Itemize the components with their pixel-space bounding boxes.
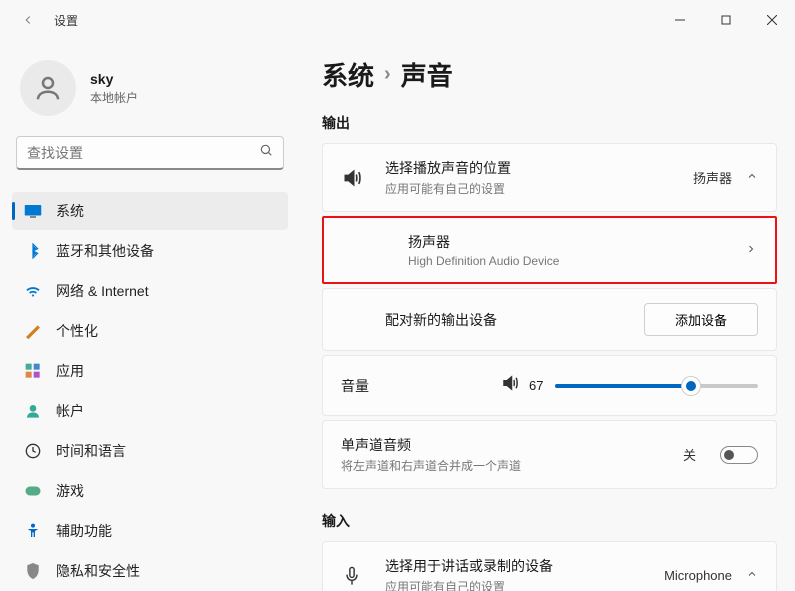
search-icon <box>259 143 273 162</box>
avatar <box>20 60 76 116</box>
output-device-title: 扬声器 <box>408 232 745 252</box>
accessibility-icon <box>24 522 42 540</box>
sidebar-item-label: 系统 <box>56 201 84 221</box>
profile-block[interactable]: sky 本地帐户 <box>12 48 288 136</box>
brush-icon <box>24 322 42 340</box>
mono-card: 单声道音频 将左声道和右声道合并成一个声道 关 <box>322 420 777 489</box>
sidebar: sky 本地帐户 系统 蓝牙和其他设备 网络 & Internet <box>0 40 300 591</box>
breadcrumb-leaf: 声音 <box>401 56 453 93</box>
output-device-sub: High Definition Audio Device <box>408 254 745 268</box>
bluetooth-icon <box>24 242 42 260</box>
volume-icon[interactable] <box>501 374 519 397</box>
close-button[interactable] <box>749 4 795 36</box>
chevron-up-icon <box>746 568 758 583</box>
volume-slider[interactable] <box>555 384 758 388</box>
nav-list: 系统 蓝牙和其他设备 网络 & Internet 个性化 应用 帐户 <box>12 192 288 590</box>
breadcrumb-root[interactable]: 系统 <box>322 56 374 93</box>
sidebar-item-time[interactable]: 时间和语言 <box>12 432 288 470</box>
output-select-title: 选择播放声音的位置 <box>385 158 693 178</box>
section-input-label: 输入 <box>322 511 777 531</box>
sidebar-item-label: 游戏 <box>56 481 84 501</box>
profile-name: sky <box>90 71 138 87</box>
profile-subtitle: 本地帐户 <box>90 89 138 106</box>
clock-icon <box>24 442 42 460</box>
volume-row: 音量 67 <box>323 356 776 415</box>
volume-card: 音量 67 <box>322 355 777 416</box>
volume-value: 67 <box>529 378 543 393</box>
microphone-icon <box>341 566 363 586</box>
slider-thumb[interactable] <box>682 377 700 395</box>
sidebar-item-account[interactable]: 帐户 <box>12 392 288 430</box>
input-select-sub: 应用可能有自己的设置 <box>385 578 664 591</box>
back-button[interactable] <box>16 8 40 32</box>
search-box[interactable] <box>16 136 284 170</box>
sidebar-item-network[interactable]: 网络 & Internet <box>12 272 288 310</box>
mono-row[interactable]: 单声道音频 将左声道和右声道合并成一个声道 关 <box>323 421 776 488</box>
mono-title: 单声道音频 <box>341 435 683 455</box>
window-controls <box>657 4 795 36</box>
pair-output-row: 配对新的输出设备 添加设备 <box>323 289 776 350</box>
output-select-sub: 应用可能有自己的设置 <box>385 180 693 197</box>
minimize-button[interactable] <box>657 4 703 36</box>
apps-icon <box>24 362 42 380</box>
sidebar-item-privacy[interactable]: 隐私和安全性 <box>12 552 288 590</box>
volume-label: 音量 <box>341 376 501 396</box>
pair-output-card: 配对新的输出设备 添加设备 <box>322 288 777 351</box>
system-icon <box>24 202 42 220</box>
sidebar-item-label: 时间和语言 <box>56 441 126 461</box>
mono-toggle[interactable] <box>720 446 758 464</box>
sidebar-item-label: 网络 & Internet <box>56 281 149 301</box>
mono-sub: 将左声道和右声道合并成一个声道 <box>341 457 683 474</box>
sidebar-item-personalize[interactable]: 个性化 <box>12 312 288 350</box>
gamepad-icon <box>24 482 42 500</box>
titlebar: 设置 <box>0 0 795 40</box>
window-title: 设置 <box>54 12 78 29</box>
mono-state-label: 关 <box>683 445 696 464</box>
sidebar-item-label: 帐户 <box>56 401 84 421</box>
chevron-up-icon <box>746 170 758 185</box>
output-device-row[interactable]: 扬声器 High Definition Audio Device <box>324 218 775 282</box>
input-select-value: Microphone <box>664 568 732 583</box>
sidebar-item-bluetooth[interactable]: 蓝牙和其他设备 <box>12 232 288 270</box>
output-select-value: 扬声器 <box>693 168 732 187</box>
section-output-label: 输出 <box>322 113 777 133</box>
wifi-icon <box>24 282 42 300</box>
sidebar-item-system[interactable]: 系统 <box>12 192 288 230</box>
slider-fill <box>555 384 691 388</box>
speaker-icon <box>341 168 363 188</box>
breadcrumb: 系统 › 声音 <box>322 56 777 93</box>
input-select-row[interactable]: 选择用于讲话或录制的设备 应用可能有自己的设置 Microphone <box>323 542 776 591</box>
chevron-right-icon: › <box>384 63 391 86</box>
main-content: 系统 › 声音 输出 选择播放声音的位置 应用可能有自己的设置 扬声器 <box>300 40 795 591</box>
add-device-button[interactable]: 添加设备 <box>644 303 758 336</box>
output-select-row[interactable]: 选择播放声音的位置 应用可能有自己的设置 扬声器 <box>323 144 776 211</box>
sidebar-item-gaming[interactable]: 游戏 <box>12 472 288 510</box>
maximize-button[interactable] <box>703 4 749 36</box>
input-select-title: 选择用于讲话或录制的设备 <box>385 556 664 576</box>
pair-output-title: 配对新的输出设备 <box>341 310 644 330</box>
sidebar-item-label: 隐私和安全性 <box>56 561 140 581</box>
output-device-card: 扬声器 High Definition Audio Device <box>322 216 777 284</box>
chevron-right-icon <box>745 243 757 258</box>
search-input[interactable] <box>27 145 259 161</box>
sidebar-item-accessibility[interactable]: 辅助功能 <box>12 512 288 550</box>
account-icon <box>24 402 42 420</box>
sidebar-item-label: 应用 <box>56 361 84 381</box>
shield-icon <box>24 562 42 580</box>
sidebar-item-label: 个性化 <box>56 321 98 341</box>
input-select-card: 选择用于讲话或录制的设备 应用可能有自己的设置 Microphone <box>322 541 777 591</box>
sidebar-item-apps[interactable]: 应用 <box>12 352 288 390</box>
output-select-card: 选择播放声音的位置 应用可能有自己的设置 扬声器 <box>322 143 777 212</box>
sidebar-item-label: 辅助功能 <box>56 521 112 541</box>
sidebar-item-label: 蓝牙和其他设备 <box>56 241 154 261</box>
